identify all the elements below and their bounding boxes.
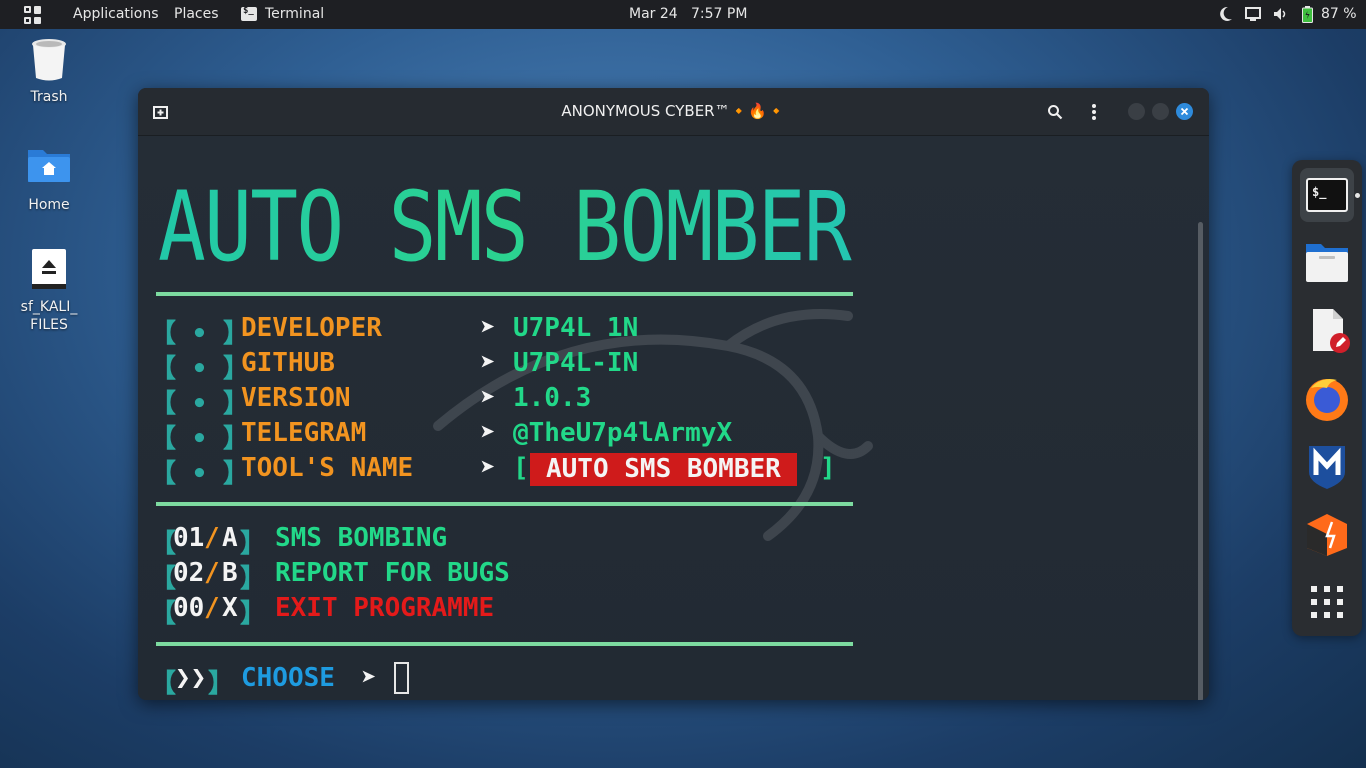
active-app-terminal[interactable]: Terminal bbox=[265, 0, 324, 29]
info-arrow: ➤ bbox=[480, 348, 496, 378]
places-menu[interactable]: Places bbox=[174, 0, 219, 29]
menu-bracket-close: 】 bbox=[240, 564, 267, 594]
banner-text: AUTO SMS BOMBER bbox=[158, 182, 852, 268]
maximize-button[interactable] bbox=[1152, 103, 1169, 120]
trash-label: Trash bbox=[30, 89, 68, 105]
divider-top bbox=[156, 292, 853, 296]
show-apps-grid-icon bbox=[1311, 586, 1343, 618]
info-arrow: ➤ bbox=[480, 383, 496, 413]
info-label-version: VERSION bbox=[241, 383, 351, 413]
menu-kebab-icon[interactable] bbox=[1091, 103, 1097, 121]
minimize-button[interactable] bbox=[1128, 103, 1145, 120]
info-value-version: 1.0.3 bbox=[513, 383, 592, 413]
display-icon[interactable] bbox=[1245, 6, 1261, 22]
menu-number: 02 bbox=[173, 558, 205, 588]
prompt-arrow: ➤ bbox=[361, 663, 377, 693]
time-label[interactable]: 7:57 PM bbox=[691, 0, 747, 29]
close-icon bbox=[1180, 107, 1189, 116]
dock-burpsuite[interactable] bbox=[1303, 510, 1351, 558]
info-arrow: ➤ bbox=[480, 418, 496, 448]
terminal-app-icon: $_ bbox=[1306, 178, 1348, 212]
close-button[interactable] bbox=[1176, 103, 1193, 120]
dock-text-editor[interactable] bbox=[1303, 306, 1351, 354]
terminal-icon bbox=[241, 6, 257, 21]
info-value-telegram: @TheU7p4lArmyX bbox=[513, 418, 733, 448]
menu-key: A bbox=[222, 523, 238, 553]
info-marker: 【 • 】 bbox=[150, 389, 249, 419]
info-marker: 【 • 】 bbox=[150, 459, 249, 489]
date-label[interactable]: Mar 24 bbox=[629, 0, 678, 29]
terminal-scrollbar[interactable] bbox=[1198, 222, 1203, 700]
drive-eject-icon bbox=[32, 249, 66, 289]
burpsuite-icon bbox=[1307, 514, 1347, 556]
shared-folder-label: sf_KALI_ FILES bbox=[20, 299, 78, 333]
tool-name-open-bracket: [ bbox=[513, 453, 529, 483]
menu-bracket-close: 】 bbox=[240, 529, 267, 559]
info-label-github: GITHUB bbox=[241, 348, 335, 378]
menu-number: 01 bbox=[173, 523, 205, 553]
menu-slash: / bbox=[204, 523, 220, 553]
dock-terminal[interactable]: $_ bbox=[1300, 168, 1360, 222]
menu-key: B bbox=[222, 558, 238, 588]
info-marker: 【 • 】 bbox=[150, 354, 249, 384]
dock-files[interactable] bbox=[1303, 240, 1351, 288]
tool-name-close-bracket: ] bbox=[820, 453, 836, 483]
search-icon[interactable] bbox=[1047, 104, 1063, 120]
info-arrow: ➤ bbox=[480, 313, 496, 343]
desktop-shared-folder[interactable]: sf_KALI_ FILES bbox=[9, 248, 89, 334]
desktop-home[interactable]: Home bbox=[9, 146, 89, 214]
info-value-developer: U7P4L 1N bbox=[513, 313, 639, 343]
info-marker: 【 • 】 bbox=[150, 319, 249, 349]
terminal-output[interactable]: AUTO SMS BOMBER 【 • 】 DEVELOPER ➤ U7P4L … bbox=[138, 136, 1209, 700]
metasploit-icon bbox=[1309, 446, 1345, 489]
dock-show-apps[interactable] bbox=[1303, 578, 1351, 626]
input-cursor[interactable] bbox=[394, 662, 409, 694]
info-value-tool-name: AUTO SMS BOMBER bbox=[530, 453, 797, 486]
applications-menu[interactable]: Applications bbox=[73, 0, 159, 29]
desktop-trash[interactable]: Trash bbox=[9, 36, 89, 106]
dock: $_ bbox=[1292, 160, 1362, 636]
menu-option-sms-bombing[interactable]: SMS BOMBING bbox=[275, 523, 447, 553]
info-value-github: U7P4L-IN bbox=[513, 348, 639, 378]
menu-option-exit[interactable]: EXIT PROGRAMME bbox=[275, 593, 494, 623]
info-label-tool-name: TOOL'S NAME bbox=[241, 453, 414, 483]
prompt-bracket-open: 【 bbox=[150, 669, 177, 699]
terminal-headerbar: ANONYMOUS CYBER™🔸🔥🔸 bbox=[138, 88, 1209, 136]
text-editor-icon bbox=[1313, 309, 1350, 353]
app-grid-icon[interactable] bbox=[24, 6, 42, 24]
menu-slash: / bbox=[204, 593, 220, 623]
info-label-telegram: TELEGRAM bbox=[241, 418, 367, 448]
divider-bottom bbox=[156, 642, 853, 646]
info-label-developer: DEVELOPER bbox=[241, 313, 382, 343]
firefox-icon bbox=[1306, 379, 1348, 421]
menu-slash: / bbox=[204, 558, 220, 588]
battery-percent: 87 % bbox=[1321, 6, 1357, 22]
divider-middle bbox=[156, 502, 853, 506]
info-marker: 【 • 】 bbox=[150, 424, 249, 454]
home-label: Home bbox=[28, 197, 70, 213]
menu-bracket-close: 】 bbox=[240, 599, 267, 629]
prompt-label: CHOOSE bbox=[241, 663, 335, 693]
trash-icon bbox=[32, 39, 66, 81]
ascii-banner: AUTO SMS BOMBER bbox=[158, 182, 854, 268]
files-app-icon bbox=[1306, 244, 1348, 282]
top-panel: Applications Places Terminal Mar 24 7:57… bbox=[0, 0, 1366, 29]
night-mode-icon[interactable] bbox=[1219, 6, 1233, 22]
home-folder-icon bbox=[28, 150, 70, 182]
svg-text:$_: $_ bbox=[1312, 185, 1327, 200]
terminal-window: ANONYMOUS CYBER™🔸🔥🔸 AUTO SMS BOMBER 【 • … bbox=[138, 88, 1209, 700]
menu-option-report-bugs[interactable]: REPORT FOR BUGS bbox=[275, 558, 510, 588]
prompt-marker: ❯❯ bbox=[175, 663, 207, 693]
info-arrow: ➤ bbox=[480, 453, 496, 483]
prompt-bracket-close: 】 bbox=[208, 669, 235, 699]
running-indicator bbox=[1355, 193, 1360, 198]
dock-firefox[interactable] bbox=[1303, 374, 1351, 422]
menu-number: 00 bbox=[173, 593, 205, 623]
menu-key: X bbox=[222, 593, 238, 623]
dock-metasploit[interactable] bbox=[1303, 442, 1351, 490]
battery-icon[interactable] bbox=[1302, 6, 1313, 23]
volume-icon[interactable] bbox=[1273, 6, 1289, 22]
